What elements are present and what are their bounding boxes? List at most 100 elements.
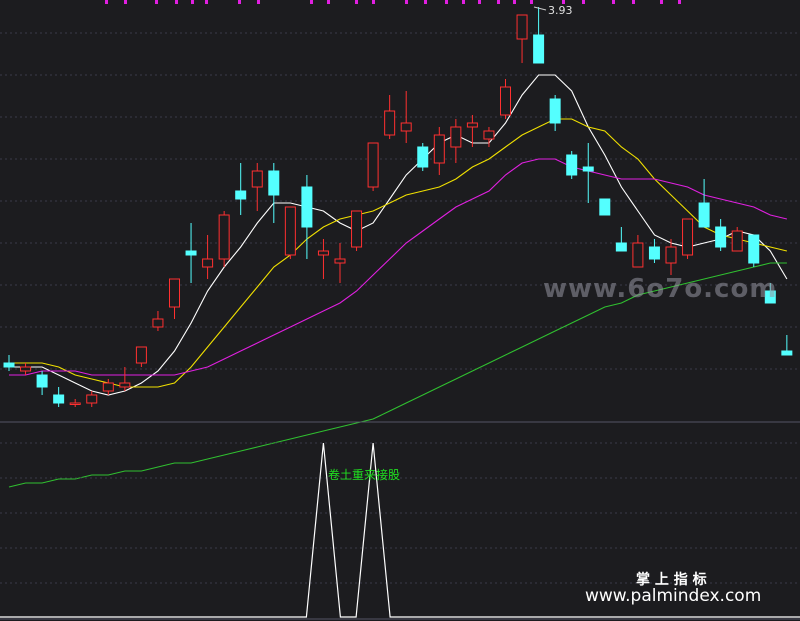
candle-body: [169, 278, 180, 308]
candle-body: [599, 198, 611, 216]
candle: [533, 7, 545, 64]
top-marker: [660, 0, 663, 4]
top-marker: [462, 0, 465, 4]
candle-body: [102, 382, 114, 392]
candle: [715, 219, 727, 251]
candle-body: [53, 394, 65, 404]
candles: [3, 7, 793, 407]
watermark-6o7o: www.6o7o.com: [543, 274, 778, 304]
candle: [334, 243, 346, 283]
candle-body: [317, 250, 329, 256]
candle-body: [384, 110, 396, 136]
candle: [400, 91, 412, 143]
candle-body: [218, 214, 230, 260]
candle-body: [648, 246, 660, 260]
candle-body: [135, 346, 147, 364]
candle: [202, 235, 214, 279]
candle: [53, 387, 65, 407]
watermark-palmindex-url: www.palmindex.com: [585, 586, 762, 606]
candle: [417, 143, 429, 171]
candle-body: [235, 190, 247, 200]
candle-body: [615, 242, 627, 252]
top-marker: [205, 0, 208, 4]
candle: [731, 227, 743, 252]
max-price-annotation: 3.93: [533, 4, 573, 17]
candle: [268, 163, 280, 223]
candle: [152, 311, 164, 331]
top-marker: [678, 0, 681, 4]
top-marker: [612, 0, 615, 4]
top-marker: [513, 0, 516, 4]
top-marker: [582, 0, 585, 4]
candle-body: [533, 34, 545, 64]
candle: [698, 179, 710, 228]
candle: [516, 14, 528, 63]
candle-body: [582, 166, 594, 172]
max-price-pointer: [533, 6, 547, 11]
candle-body: [3, 362, 15, 368]
candle: [781, 335, 793, 356]
candle-body: [301, 186, 313, 228]
top-marker: [445, 0, 448, 4]
candle-body: [417, 146, 429, 168]
ma-line-ma5: [9, 74, 788, 396]
top-marker: [175, 0, 178, 4]
top-marker: [257, 0, 260, 4]
candle-body: [36, 374, 48, 388]
candle: [367, 142, 379, 191]
candle-body: [665, 246, 677, 264]
candle-body: [500, 86, 511, 116]
top-marker: [124, 0, 127, 4]
candle: [102, 379, 114, 395]
top-marker: [405, 0, 408, 4]
top-marker: [478, 0, 481, 4]
candle: [69, 399, 81, 407]
top-marker: [372, 0, 375, 4]
candle-body: [367, 142, 379, 188]
candle: [251, 163, 263, 211]
top-marker: [238, 0, 241, 4]
candle-body: [152, 318, 164, 328]
top-marker: [632, 0, 635, 4]
candle-body: [731, 230, 743, 252]
candle: [566, 151, 578, 179]
candle: [599, 198, 611, 216]
top-marker-row: [105, 0, 681, 4]
candle-body: [251, 170, 263, 188]
candle: [301, 175, 313, 259]
top-marker: [155, 0, 158, 4]
grid-lines: [0, 32, 800, 370]
candle-body: [20, 366, 32, 372]
candle-body: [516, 14, 528, 40]
candle: [483, 127, 495, 147]
candlestick-chart: 3.93 卷土重来接股: [0, 0, 800, 620]
candle: [36, 371, 48, 395]
candle-body: [549, 98, 561, 124]
ma-line-ma20: [9, 158, 788, 376]
candle: [185, 223, 197, 283]
indicator-grid-lines: [0, 442, 800, 584]
top-marker: [310, 0, 313, 4]
top-marker: [424, 0, 427, 4]
candle-body: [69, 402, 81, 405]
candle-body: [483, 130, 495, 140]
candle-body: [202, 258, 214, 268]
top-marker: [105, 0, 108, 4]
candle-body: [781, 350, 793, 356]
candle: [748, 234, 760, 267]
candle: [433, 127, 445, 175]
candle: [20, 363, 32, 375]
candle: [615, 227, 627, 252]
candle-body: [748, 234, 760, 264]
candle: [450, 119, 462, 163]
candle: [284, 206, 296, 259]
candle: [119, 367, 131, 391]
candle-body: [268, 170, 280, 196]
candle-body: [284, 206, 296, 256]
top-marker: [530, 0, 533, 4]
top-marker: [355, 0, 358, 4]
indicator-label: 卷土重来接股: [328, 467, 400, 482]
candle: [466, 115, 478, 147]
candle: [235, 163, 247, 215]
candle: [135, 346, 147, 367]
